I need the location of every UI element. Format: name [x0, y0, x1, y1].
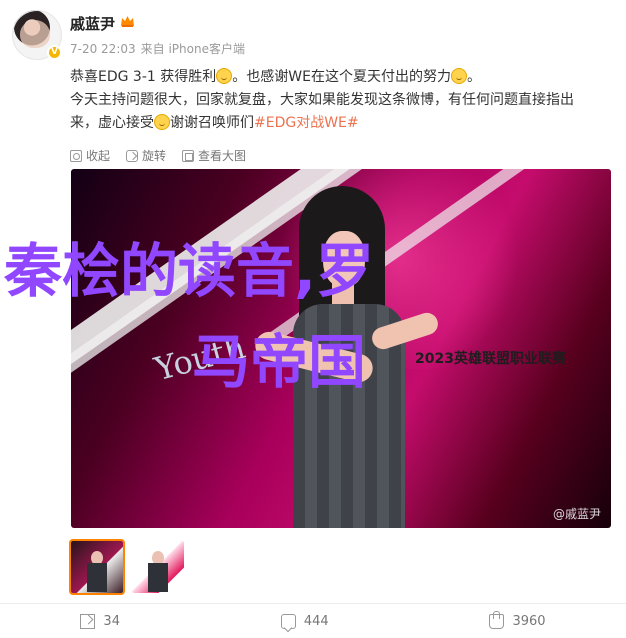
comment-icon	[280, 613, 296, 629]
like-icon	[489, 610, 505, 629]
comment-button[interactable]: 444	[280, 613, 329, 629]
collect-icon	[70, 149, 82, 162]
overlay-text-line-2: 马帝国	[192, 328, 367, 396]
image-thumbnails	[71, 541, 184, 593]
image-actions: 收起 旋转 查看大图	[70, 147, 246, 164]
post-line-1: 恭喜EDG 3-1 获得胜利 。也感谢WE在这个夏天付出的努力。	[70, 68, 481, 85]
like-button[interactable]: 3960	[489, 610, 546, 629]
view-icon	[182, 149, 195, 162]
image-watermark: @戚蓝尹	[552, 507, 601, 521]
repost-icon	[80, 613, 96, 629]
overlay-text-line-1: 秦桧的读音,罗	[4, 237, 375, 305]
weibo-post-card: V 戚蓝尹 7-20 22:03 来自 iPhone客户端 恭喜EDG 3-1 获…	[0, 0, 626, 638]
user-name[interactable]: 戚蓝尹	[70, 13, 115, 34]
post-text: 恭喜EDG 3-1 获得胜利 。也感谢WE在这个夏天付出的努力。 今天主持问题很大…	[70, 66, 610, 135]
topic-tag[interactable]: #EDG对战WE#	[254, 115, 359, 131]
grin-emoji-icon	[154, 114, 170, 130]
post-meta: 7-20 22:03 来自 iPhone客户端	[70, 40, 250, 57]
verified-icon: V	[47, 45, 62, 60]
view-large-button[interactable]: 查看大图	[182, 147, 246, 164]
repost-button[interactable]: 34	[80, 613, 120, 629]
post-line-2: 今天主持问题很大，回家就复盘，大家如果能发现这条微博，有任何问题直接指出	[70, 92, 574, 108]
thumbnail-2[interactable]	[132, 541, 184, 593]
post-source: 来自 iPhone客户端	[140, 42, 245, 56]
smile-emoji-icon	[216, 68, 233, 84]
rotate-button[interactable]: 旋转	[126, 147, 166, 164]
crown-icon	[121, 16, 134, 27]
rotate-icon	[126, 149, 139, 162]
collect-button[interactable]: 收起	[70, 147, 110, 164]
post-line-3: 来，虚心接受 谢谢召唤师们#EDG对战WE#	[70, 114, 359, 131]
sad-emoji-icon	[450, 68, 467, 84]
post-time[interactable]: 7-20 22:03	[70, 42, 136, 56]
thumbnail-1[interactable]	[71, 541, 123, 593]
post-footer: 34 444 3960	[0, 604, 626, 638]
